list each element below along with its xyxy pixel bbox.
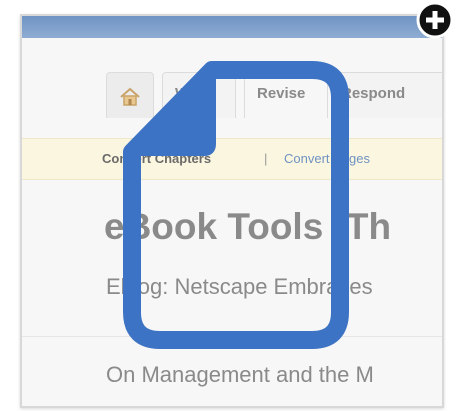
tab-respond-label: Respond xyxy=(341,85,406,102)
entry-title[interactable]: On Management and the M xyxy=(106,362,374,388)
add-icon[interactable] xyxy=(415,0,455,45)
document-icon xyxy=(122,60,350,355)
tab-respond[interactable]: Respond xyxy=(336,72,442,118)
window-titlebar xyxy=(22,16,442,38)
